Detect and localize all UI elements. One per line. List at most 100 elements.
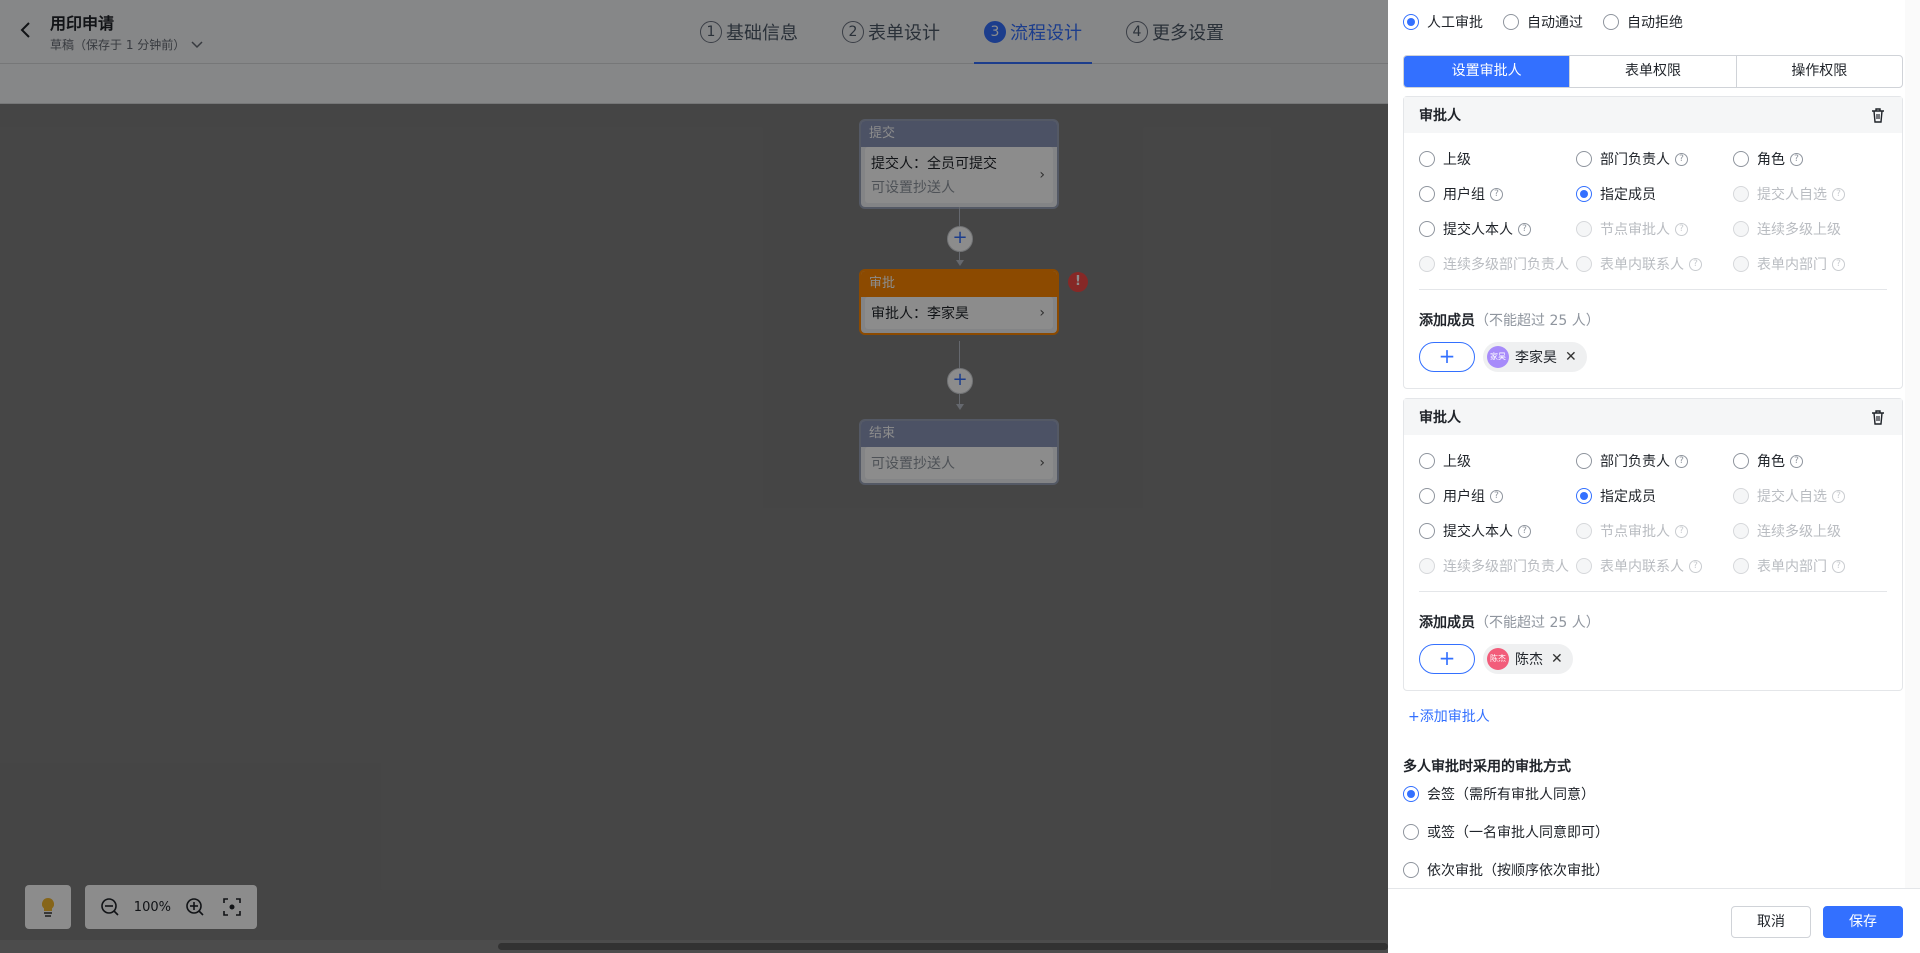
approver-card: 审批人 上级 部门负责人? 角色? 用户组? 指定成员 提交人自选? 提交人本人… <box>1403 398 1903 691</box>
help-icon[interactable]: ? <box>1490 187 1503 201</box>
warning-icon: ! <box>1068 272 1088 292</box>
fit-view-button[interactable] <box>219 894 245 920</box>
help-icon[interactable]: ? <box>1675 152 1688 166</box>
add-member-button[interactable]: + <box>1419 342 1475 372</box>
approver-card-title: 审批人 <box>1419 410 1461 426</box>
tips-button[interactable] <box>25 885 71 929</box>
zoom-in-button[interactable] <box>182 894 208 920</box>
approve-node[interactable]: 审批 审批人：李家昊 › <box>859 269 1059 335</box>
option-multi-level-dept-head: 连续多级部门负责人 <box>1419 556 1576 576</box>
step-more-settings[interactable]: 4 更多设置 <box>1116 0 1234 64</box>
option-submitter-self[interactable]: 提交人本人? <box>1419 219 1576 239</box>
connector-line <box>959 341 960 369</box>
option-user-group[interactable]: 用户组? <box>1419 486 1576 506</box>
help-icon[interactable]: ? <box>1790 152 1803 166</box>
member-list: + 陈杰 陈杰 ✕ <box>1404 632 1902 690</box>
help-icon[interactable]: ? <box>1518 222 1531 236</box>
option-dept-head[interactable]: 部门负责人? <box>1576 451 1733 471</box>
cancel-button[interactable]: 取消 <box>1731 906 1811 938</box>
add-members-label: 添加成员（不能超过 25 人） <box>1404 592 1902 632</box>
step-label: 基础信息 <box>726 23 798 44</box>
option-label: 表单内部门 <box>1757 559 1827 575</box>
option-specific-member[interactable]: 指定成员 <box>1576 486 1733 506</box>
back-button[interactable] <box>14 18 38 42</box>
approve-mode-group: 人工审批 自动通过 自动拒绝 <box>1403 12 1683 32</box>
help-icon[interactable]: ? <box>1518 524 1531 538</box>
step-label: 表单设计 <box>868 23 940 44</box>
option-label: 连续多级部门负责人 <box>1443 257 1569 273</box>
radio-manual-approve[interactable]: 人工审批 <box>1403 12 1483 32</box>
close-icon[interactable]: ✕ <box>1551 651 1563 667</box>
radio-countersign[interactable]: 会签（需所有审批人同意） <box>1403 784 1609 804</box>
connector-line <box>959 394 960 404</box>
option-label: 指定成员 <box>1600 187 1656 203</box>
step-label: 流程设计 <box>1010 23 1082 44</box>
member-list: + 家昊 李家昊 ✕ <box>1404 330 1902 388</box>
member-chip: 家昊 李家昊 ✕ <box>1483 342 1587 372</box>
option-dept-head[interactable]: 部门负责人? <box>1576 149 1733 169</box>
draft-status[interactable]: 草稿（保存于 1 分钟前） <box>50 36 203 53</box>
help-icon[interactable]: ? <box>1675 454 1688 468</box>
multi-approve-title: 多人审批时采用的审批方式 <box>1403 759 1571 775</box>
radio-or-sign[interactable]: 或签（一名审批人同意即可） <box>1403 822 1609 842</box>
radio-label: 人工审批 <box>1427 15 1483 31</box>
horizontal-scrollbar[interactable] <box>0 940 1388 953</box>
step-basic-info[interactable]: 1 基础信息 <box>690 0 808 64</box>
option-user-group[interactable]: 用户组? <box>1419 184 1576 204</box>
add-member-button[interactable]: + <box>1419 644 1475 674</box>
radio-sequential[interactable]: 依次审批（按顺序依次审批） <box>1403 860 1609 880</box>
approver-card-title: 审批人 <box>1419 108 1461 124</box>
step-flow-design[interactable]: 3 流程设计 <box>974 0 1092 64</box>
zoom-controls: 100% <box>85 885 257 929</box>
step-form-design[interactable]: 2 表单设计 <box>832 0 950 64</box>
radio-auto-reject[interactable]: 自动拒绝 <box>1603 12 1683 32</box>
approver-settings-panel: 人工审批 自动通过 自动拒绝 设置审批人 表单权限 操作权限 审批人 上级 部门… <box>1388 0 1920 953</box>
option-role[interactable]: 角色? <box>1733 451 1890 471</box>
panel-scrollbar[interactable] <box>1905 0 1920 888</box>
trash-icon[interactable] <box>1869 408 1887 426</box>
option-role[interactable]: 角色? <box>1733 149 1890 169</box>
node-submitter: 提交人：全员可提交 <box>871 156 997 172</box>
node-approver: 审批人：李家昊 <box>871 306 969 322</box>
tab-operation-permission[interactable]: 操作权限 <box>1735 56 1902 87</box>
node-body[interactable]: 审批人：李家昊 › <box>865 297 1053 329</box>
option-form-dept: 表单内部门? <box>1733 254 1890 274</box>
chevron-right-icon: › <box>1039 455 1045 471</box>
scrollbar-thumb[interactable] <box>498 943 1388 950</box>
option-specific-member[interactable]: 指定成员 <box>1576 184 1733 204</box>
chevron-right-icon: › <box>1039 167 1045 183</box>
option-form-dept: 表单内部门? <box>1733 556 1890 576</box>
lightbulb-icon <box>41 897 55 917</box>
add-approver-link[interactable]: +添加审批人 <box>1408 706 1490 726</box>
help-icon: ? <box>1689 257 1702 271</box>
help-icon[interactable]: ? <box>1490 489 1503 503</box>
node-body[interactable]: 提交人：全员可提交 可设置抄送人 › <box>865 147 1053 203</box>
save-button[interactable]: 保存 <box>1823 906 1903 938</box>
submit-node[interactable]: 提交 提交人：全员可提交 可设置抄送人 › <box>859 119 1059 209</box>
option-label: 节点审批人 <box>1600 222 1670 238</box>
add-node-button[interactable]: + <box>947 368 973 394</box>
arrow-down-icon <box>956 404 964 410</box>
end-node[interactable]: 结束 可设置抄送人 › <box>859 419 1059 485</box>
step-number: 3 <box>984 21 1006 43</box>
help-icon[interactable]: ? <box>1790 454 1803 468</box>
radio-auto-pass[interactable]: 自动通过 <box>1503 12 1583 32</box>
approver-type-options: 上级 部门负责人? 角色? 用户组? 指定成员 提交人自选? 提交人本人? 节点… <box>1404 133 1902 274</box>
option-label: 部门负责人 <box>1600 454 1670 470</box>
chevron-right-icon: › <box>1039 305 1045 321</box>
help-icon: ? <box>1675 524 1688 538</box>
option-label: 连续多级上级 <box>1757 524 1841 540</box>
node-body[interactable]: 可设置抄送人 › <box>865 447 1053 479</box>
add-node-button[interactable]: + <box>947 226 973 252</box>
help-icon: ? <box>1832 187 1845 201</box>
option-submitter-self[interactable]: 提交人本人? <box>1419 521 1576 541</box>
trash-icon[interactable] <box>1869 106 1887 124</box>
tab-form-permission[interactable]: 表单权限 <box>1569 56 1735 87</box>
option-superior[interactable]: 上级 <box>1419 451 1576 471</box>
zoom-out-button[interactable] <box>97 894 123 920</box>
option-multi-level-superior: 连续多级上级 <box>1733 521 1890 541</box>
close-icon[interactable]: ✕ <box>1565 349 1577 365</box>
tab-set-approver[interactable]: 设置审批人 <box>1404 56 1570 87</box>
option-superior[interactable]: 上级 <box>1419 149 1576 169</box>
radio-label: 依次审批（按顺序依次审批） <box>1427 863 1609 879</box>
